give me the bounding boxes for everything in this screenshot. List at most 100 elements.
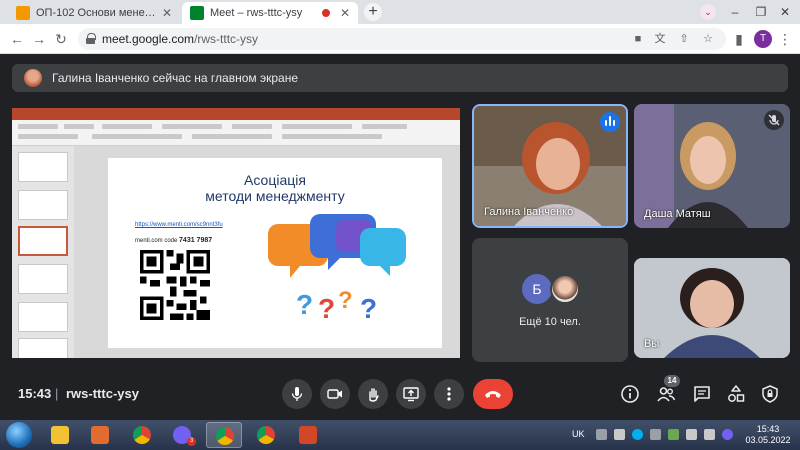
more-vert-icon: [447, 387, 451, 401]
shield-lock-icon: [762, 385, 778, 403]
participant-tile-dasha[interactable]: Даша Матяш: [634, 104, 790, 228]
tray-icon[interactable]: [668, 429, 679, 440]
network-icon[interactable]: [686, 429, 697, 440]
profile-avatar[interactable]: T: [754, 30, 772, 48]
meeting-time: 15:43: [18, 386, 52, 401]
folder-icon: [51, 426, 69, 444]
tab-title: Meet – rws-tttc-ysy: [210, 7, 303, 19]
taskbar-viber[interactable]: 3: [164, 422, 200, 448]
meet-favicon-icon: [190, 6, 204, 20]
slide-thumbnail[interactable]: [18, 264, 68, 294]
camera-in-use-icon[interactable]: ■: [630, 31, 646, 47]
slide-thumbnail[interactable]: [18, 338, 68, 358]
close-icon[interactable]: ✕: [162, 6, 172, 20]
browser-toolbar: ← → ↻ meet.google.com/rws-tttc-ysy ■ 文 ⇧…: [0, 24, 800, 54]
taskbar-media-player[interactable]: [82, 422, 118, 448]
address-bar[interactable]: meet.google.com/rws-tttc-ysy ■ 文 ⇧ ☆: [78, 28, 726, 50]
taskbar-chrome[interactable]: [124, 422, 160, 448]
taskbar-explorer[interactable]: [42, 422, 78, 448]
svg-text:?: ?: [318, 293, 335, 324]
chat-button[interactable]: [690, 382, 714, 406]
system-clock[interactable]: 15:43 03.05.2022: [742, 424, 794, 446]
language-indicator[interactable]: UK: [572, 429, 585, 439]
slide-canvas: Асоціація методи менеджменту https://www…: [74, 146, 460, 358]
powerpoint-icon: [299, 426, 317, 444]
host-controls-button[interactable]: [758, 382, 782, 406]
speaking-indicator-icon: [600, 112, 620, 132]
self-tile[interactable]: Вы: [634, 258, 790, 358]
lock-icon[interactable]: [86, 33, 96, 44]
tab-course[interactable]: ОП-102 Основи менеджменту ✕: [8, 2, 180, 24]
taskbar-powerpoint[interactable]: [290, 422, 326, 448]
volume-icon[interactable]: [704, 429, 715, 440]
chat-icon: [694, 386, 710, 402]
activities-shapes-icon: [728, 385, 745, 402]
slide-thumbnail[interactable]: [18, 302, 68, 332]
video-camera-icon: [327, 389, 342, 399]
separator: |: [55, 386, 59, 401]
window-close-button[interactable]: ✕: [768, 0, 800, 24]
sidepanel-icon[interactable]: ▮: [730, 30, 748, 48]
shared-screen[interactable]: Асоціація методи менеджменту https://www…: [12, 108, 460, 358]
participant-tile-presenter[interactable]: Галина Іванченко: [472, 104, 628, 228]
taskbar-chrome-2[interactable]: [206, 422, 242, 448]
viber-badge: 3: [187, 437, 196, 446]
participant-name: Галина Іванченко: [484, 206, 574, 218]
microphone-button[interactable]: [282, 379, 312, 409]
leave-call-button[interactable]: [473, 379, 513, 409]
chrome-icon: [257, 426, 275, 444]
raise-hand-button[interactable]: [358, 379, 388, 409]
share-icon[interactable]: ⇧: [676, 31, 692, 47]
tab-title: ОП-102 Основи менеджменту: [36, 7, 158, 19]
windows-taskbar: 3 UK 15:43 03.05.2022: [0, 420, 800, 450]
slide-thumbnail[interactable]: [18, 152, 68, 182]
slide-thumbnails: [12, 146, 74, 358]
chrome-icon: [216, 427, 234, 445]
slide-title-line1: Асоціація: [244, 172, 306, 188]
browser-tab-strip: ОП-102 Основи менеджменту ✕ Meet – rws-t…: [0, 0, 800, 24]
tray-icon[interactable]: [596, 429, 607, 440]
back-arrow-icon[interactable]: ←: [8, 30, 26, 48]
taskbar-chrome-profile[interactable]: [248, 422, 284, 448]
new-tab-button[interactable]: +: [364, 3, 382, 21]
present-screen-icon: [403, 387, 419, 402]
skype-icon[interactable]: [632, 429, 643, 440]
forward-arrow-icon[interactable]: →: [30, 30, 48, 48]
bookmark-star-icon[interactable]: ☆: [700, 31, 716, 47]
url-text: meet.google.com/rws-tttc-ysy: [102, 32, 259, 46]
others-tile[interactable]: Б Ещё 10 чел.: [472, 238, 628, 362]
recording-dot-icon: [321, 9, 330, 17]
start-button[interactable]: [6, 422, 32, 448]
powerpoint-ribbon: [12, 120, 460, 146]
slide-link[interactable]: https://www.menti.com/sc9nnt3fu: [135, 222, 223, 228]
tray-icon[interactable]: [614, 429, 625, 440]
svg-text:?: ?: [296, 289, 313, 320]
meeting-details-button[interactable]: [618, 382, 642, 406]
slide-title-line2: методи менеджменту: [205, 188, 345, 204]
qr-code-icon: [140, 250, 210, 320]
people-icon: [657, 387, 676, 402]
present-screen-button[interactable]: [396, 379, 426, 409]
more-options-button[interactable]: [434, 379, 464, 409]
slide-thumbnail[interactable]: [18, 190, 68, 220]
tab-search-icon[interactable]: ⌄: [700, 4, 716, 20]
svg-text:?: ?: [360, 293, 377, 324]
reload-icon[interactable]: ↻: [52, 30, 70, 48]
presenter-avatar: [24, 69, 42, 87]
raise-hand-icon: [369, 388, 379, 402]
tray-icon[interactable]: [650, 429, 661, 440]
speech-bubbles-illustration: ? ? ? ?: [268, 214, 406, 324]
camera-button[interactable]: [320, 379, 350, 409]
presenting-text: Галина Іванченко сейчас на главном экран…: [52, 71, 298, 85]
menu-dots-icon[interactable]: ⋮: [776, 30, 794, 48]
mic-off-icon: [764, 110, 784, 130]
tab-meet[interactable]: Meet – rws-tttc-ysy ✕: [182, 2, 358, 24]
translate-icon[interactable]: 文: [652, 31, 668, 47]
slide-thumbnail-selected[interactable]: [18, 226, 68, 256]
close-icon[interactable]: ✕: [340, 6, 350, 20]
activities-button[interactable]: [724, 382, 748, 406]
participant-name: Даша Матяш: [644, 208, 711, 220]
self-label: Вы: [644, 338, 660, 350]
viber-tray-icon[interactable]: [722, 429, 733, 440]
microphone-icon: [291, 387, 303, 401]
